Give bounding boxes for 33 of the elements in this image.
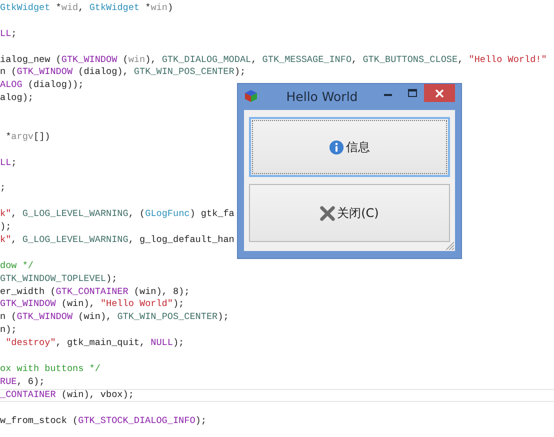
code-line: ; <box>0 182 6 194</box>
code-line: n (GTK_WINDOW (win), GTK_WIN_POS_CENTER); <box>0 311 229 322</box>
code-line: GtkWidget *wid, GtkWidget *win) <box>0 2 174 13</box>
code-line: GTK_WINDOW (win), "Hello World"); <box>0 298 184 310</box>
dialog-button[interactable]: 信息 <box>249 117 450 177</box>
maximize-icon <box>408 89 416 97</box>
resize-grip-icon <box>444 240 454 250</box>
code-line: n (GTK_WINDOW (dialog), GTK_WIN_POS_CENTER); <box>0 66 246 78</box>
code-line: ); <box>0 221 12 232</box>
code-line: alog); <box>0 92 34 104</box>
x-icon <box>320 206 336 220</box>
code-line: k", G_LOG_LEVEL_WARNING, (GLogFunc) gtk_fa <box>0 208 234 220</box>
code-line: k", G_LOG_LEVEL_WARNING, g_log_default_han <box>0 234 234 246</box>
code-line: dow */ <box>0 260 34 271</box>
close-icon <box>435 88 444 98</box>
code-line: LL; <box>0 28 17 39</box>
code-line: er_width (GTK_CONTAINER (win), 8); <box>0 286 190 297</box>
info-icon <box>329 140 344 154</box>
code-line: "destroy", gtk_main_quit, NULL); <box>4 337 184 348</box>
code-line: ialog_new (GTK_WINDOW (win), GTK_DIALOG_MODAL, GTK_MESSAGE_INFO, GTK_BUTTONS_CLOSE, "Hello World!" <box>0 54 547 65</box>
close-button[interactable] <box>424 84 455 102</box>
cube-icon <box>244 89 258 103</box>
code-line: LL; <box>0 156 17 168</box>
code-line: n); <box>0 324 17 336</box>
window-title: Hello World <box>285 88 359 104</box>
code-line: ALOG (dialog)); <box>0 79 84 90</box>
dialog-button[interactable]: 关闭(C) <box>249 184 450 242</box>
code-line: *argv[]) <box>4 130 50 142</box>
code-line: w_from_stock (GTK_STOCK_DIALOG_INFO); <box>0 414 206 426</box>
code-line: RUE, 6); <box>0 376 45 387</box>
code-line: GTK_WINDOW_TOPLEVEL); <box>0 272 118 284</box>
code-line: ox with buttons */ <box>0 362 100 374</box>
code-line: _CONTAINER (win), vbox); <box>0 388 134 400</box>
